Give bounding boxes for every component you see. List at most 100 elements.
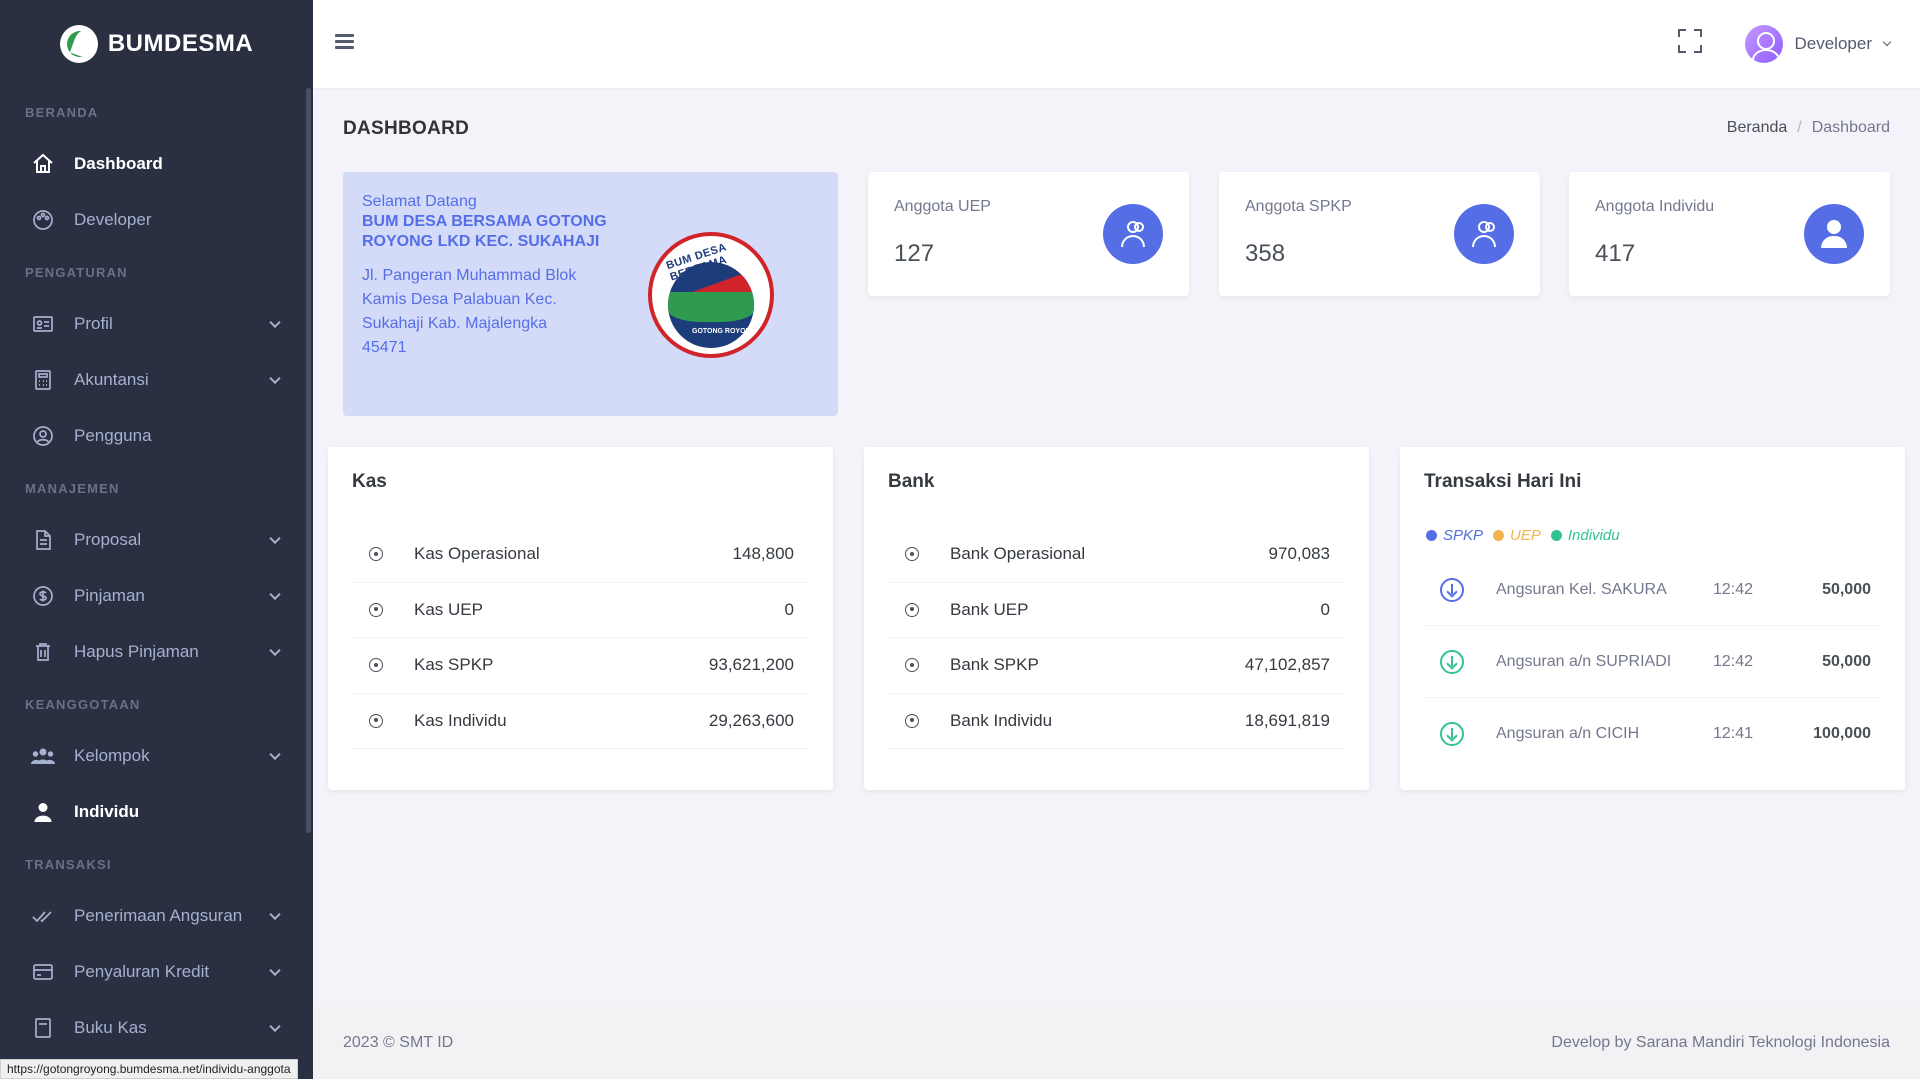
users-icon <box>1454 204 1514 264</box>
brand[interactable]: BUMDESMA <box>0 0 313 88</box>
arrow-down-circle-icon <box>1440 577 1464 602</box>
sidebar-item-developer[interactable]: Developer <box>0 192 313 248</box>
account-amount: 93,621,200 <box>708 655 794 675</box>
sidebar-item-label: Hapus Pinjaman <box>74 642 199 661</box>
status-bar-url: https://gotongroyong.bumdesma.net/indivi… <box>0 1059 298 1079</box>
bank-card: Bank Bank Operasional 970,083 Bank UEP 0 Ban… <box>864 447 1369 790</box>
trash-icon <box>30 639 56 665</box>
sidebar-item-label: Proposal <box>74 530 142 549</box>
chevron-down-icon <box>269 588 281 601</box>
home-icon <box>30 151 56 177</box>
sidebar-item-akuntansi[interactable]: Akuntansi <box>0 352 313 408</box>
account-name: Kas Operasional <box>414 544 540 564</box>
sidebar-item-label: Penerimaan Angsuran <box>74 906 243 925</box>
list-item: Bank UEP 0 <box>888 583 1345 638</box>
account-name: Bank Operasional <box>950 544 1086 564</box>
list-item: Bank Operasional 970,083 <box>888 527 1345 583</box>
stat-card-spkp: Anggota SPKP 358 <box>1219 172 1540 296</box>
transaction-amount: 50,000 <box>1822 580 1871 598</box>
list-item: Bank Individu 18,691,819 <box>888 694 1345 749</box>
dot-circle-icon <box>905 713 919 728</box>
calculator-icon <box>30 367 56 393</box>
users-icon <box>30 743 56 769</box>
legend-item: SPKP <box>1426 527 1483 544</box>
user-name: Developer <box>1794 34 1873 53</box>
sidebar-item-penerimaan-angsuran[interactable]: Penerimaan Angsuran <box>0 888 313 944</box>
sidebar-item-label: Pinjaman <box>74 586 145 605</box>
menu-section-title: BERANDA <box>25 104 99 120</box>
dot-circle-icon <box>905 547 919 562</box>
account-name: Kas UEP <box>414 599 483 619</box>
sidebar-item-label: Dashboard <box>74 154 163 173</box>
table-row: Angsuran Kel. SAKURA 12:42 50,000 <box>1424 554 1881 626</box>
chevron-down-icon <box>269 372 281 385</box>
breadcrumb-home[interactable]: Beranda <box>1727 119 1788 137</box>
dot-circle-icon <box>369 602 383 617</box>
sidebar-item-hapus-pinjaman[interactable]: Hapus Pinjaman <box>0 624 313 680</box>
transaksi-card: Transaksi Hari Ini SPKP UEP Individu Angsu… <box>1400 447 1905 790</box>
transaction-time: 12:42 <box>1713 580 1754 598</box>
sidebar-item-dashboard[interactable]: Dashboard <box>0 136 313 192</box>
list-item: Kas UEP 0 <box>352 583 809 638</box>
legend-dot <box>1550 530 1562 541</box>
table-row: Angsuran a/n SUPRIADI 12:42 50,000 <box>1424 626 1881 698</box>
sidebar-item-penyaluran-kredit[interactable]: Penyaluran Kredit <box>0 944 313 1000</box>
bank-list: Bank Operasional 970,083 Bank UEP 0 Bank SPK… <box>888 527 1345 749</box>
sidebar-item-individu[interactable]: Individu <box>0 784 313 840</box>
sidebar-menu: BERANDA Dashboard Developer PENGATURAN Profi… <box>0 88 313 1056</box>
kas-list: Kas Operasional 148,800 Kas UEP 0 Kas SPKP 93… <box>352 527 809 749</box>
transaction-description: Angsuran a/n CICIH <box>1496 725 1640 742</box>
menu-toggle-icon[interactable] <box>335 34 354 50</box>
fullscreen-icon[interactable] <box>1678 29 1702 53</box>
user-dropdown[interactable]: Developer <box>1744 24 1892 64</box>
sidebar-item-label: Developer <box>74 210 152 229</box>
check-double-icon <box>30 903 56 929</box>
sidebar-item-buku-kas[interactable]: Buku Kas <box>0 1000 313 1056</box>
breadcrumb: Beranda / Dashboard <box>1727 119 1890 137</box>
account-amount: 47,102,857 <box>1244 655 1330 675</box>
footer: 2023 © SMT ID Develop by Sarana Mandiri … <box>313 1006 1920 1079</box>
sidebar-item-pinjaman[interactable]: Pinjaman <box>0 568 313 624</box>
account-name: Bank SPKP <box>950 655 1039 675</box>
account-amount: 0 <box>784 599 794 619</box>
user-circle-icon <box>30 423 56 449</box>
transaction-time: 12:42 <box>1713 652 1754 670</box>
sidebar-item-label: Penyaluran Kredit <box>74 962 210 981</box>
card-title: Bank <box>888 471 935 492</box>
sidebar-item-label: Buku Kas <box>74 1018 147 1037</box>
page-title: DASHBOARD <box>343 118 470 139</box>
list-item: Kas Individu 29,263,600 <box>352 694 809 749</box>
sidebar-item-proposal[interactable]: Proposal <box>0 512 313 568</box>
account-amount: 970,083 <box>1268 544 1330 564</box>
brand-name: BUMDESMA <box>107 30 254 57</box>
credit-card-icon <box>30 959 56 985</box>
document-icon <box>30 527 56 553</box>
sidebar-item-kelompok[interactable]: Kelompok <box>0 728 313 784</box>
menu-section-title: TRANSAKSI <box>25 856 112 872</box>
welcome-card: Selamat Datang BUM DESA BERSAMA GOTONG R… <box>343 172 838 416</box>
topbar: Developer <box>313 0 1920 88</box>
id-card-icon <box>30 311 56 337</box>
chevron-down-icon <box>1882 37 1892 47</box>
menu-section-title: KEANGGOTAAN <box>25 696 141 712</box>
brand-logo-icon <box>59 25 98 63</box>
breadcrumb-separator: / <box>1797 119 1802 136</box>
account-amount: 148,800 <box>732 544 794 564</box>
transaction-amount: 100,000 <box>1813 725 1871 742</box>
chevron-down-icon <box>269 316 281 329</box>
stat-value: 417 <box>1595 240 1636 267</box>
legend-item: Individu <box>1550 527 1620 544</box>
sidebar-item-label: Individu <box>74 802 140 821</box>
stat-card-individu: Anggota Individu 417 <box>1569 172 1890 296</box>
stat-value: 127 <box>894 240 935 267</box>
legend-item: UEP <box>1493 527 1541 544</box>
dollar-circle-icon <box>30 583 56 609</box>
sidebar-item-pengguna[interactable]: Pengguna <box>0 408 313 464</box>
legend-dot <box>1493 530 1505 541</box>
sidebar-item-profil[interactable]: Profil <box>0 296 313 352</box>
sidebar-item-label: Kelompok <box>74 746 150 765</box>
legend-label: Individu <box>1567 527 1620 544</box>
sidebar-scrollbar[interactable] <box>306 88 311 833</box>
footer-credit: Develop by Sarana Mandiri Teknologi Indo… <box>1551 1033 1890 1051</box>
arrow-down-circle-icon <box>1440 649 1464 674</box>
